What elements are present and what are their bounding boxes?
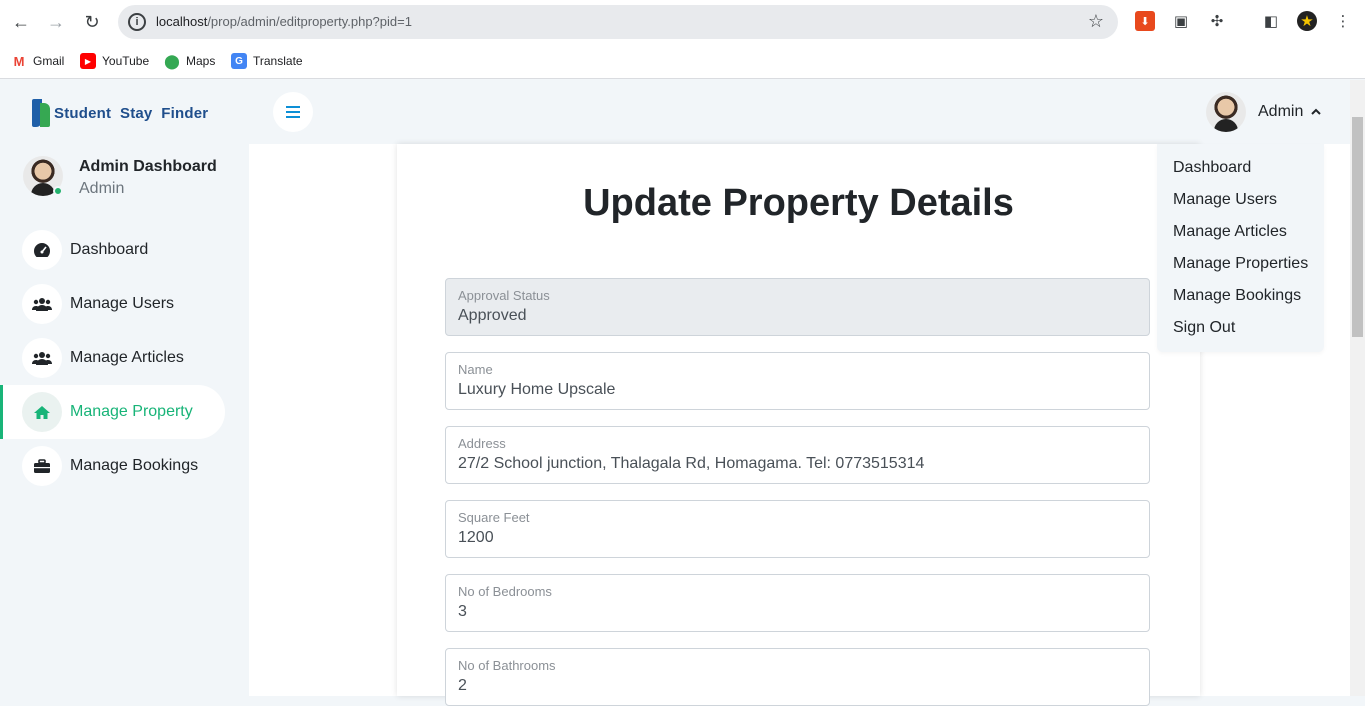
address-field[interactable]: Address 27/2 School junction, Thalagala … [445,426,1150,484]
briefcase-icon [22,446,62,486]
browser-toolbar: ← → ↻ i localhost/prop/admin/editpropert… [0,0,1365,44]
dropdown-item-manage-articles[interactable]: Manage Articles [1173,223,1287,241]
sidebar-item-manage-users[interactable]: Manage Users [0,277,249,331]
page-title: Update Property Details [583,182,1014,224]
bedrooms-field[interactable]: No of Bedrooms 3 [445,574,1150,632]
bookmark-star-icon[interactable]: ☆ [1088,11,1104,32]
bookmark-youtube[interactable]: ▶ YouTube [80,52,149,70]
sidebar-profile: Admin Dashboard Admin [23,156,243,200]
sidebar: Student Stay Finder Admin Dashboard Admi… [0,80,249,696]
youtube-icon: ▶ [80,53,96,69]
reload-icon[interactable]: ↻ [81,11,103,33]
property-form-card: Update Property Details Approval Status … [397,144,1200,706]
sidebar-item-manage-property[interactable]: Manage Property [0,385,225,439]
dropdown-item-manage-properties[interactable]: Manage Properties [1173,255,1308,273]
user-dropdown-menu: Dashboard Manage Users Manage Articles M… [1157,144,1324,352]
home-icon [22,392,62,432]
sidebar-toggle-button[interactable] [273,92,313,132]
forward-icon[interactable]: → [45,11,67,33]
users-icon [22,338,62,378]
square-feet-field[interactable]: Square Feet 1200 [445,500,1150,558]
online-status-dot [53,186,63,196]
brand-logo[interactable]: Student Stay Finder [32,96,208,130]
sidebar-item-manage-bookings[interactable]: Manage Bookings [0,439,249,493]
maps-icon: ⬤ [164,52,180,69]
dropdown-item-sign-out[interactable]: Sign Out [1173,319,1235,337]
user-name: Admin [1258,103,1304,120]
hamburger-icon [286,106,300,118]
address-bar[interactable]: i localhost/prop/admin/editproperty.php?… [118,5,1118,39]
bookmarks-bar: M Gmail ▶ YouTube ⬤ Maps G Translate [0,44,1365,79]
dashboard-icon [22,230,62,270]
translate-icon: G [231,53,247,69]
download-extension-icon[interactable]: ⬇ [1135,11,1155,31]
brand-name: Student Stay Finder [54,104,209,122]
bookmark-maps[interactable]: ⬤ Maps [164,52,215,70]
sidebar-item-dashboard[interactable]: Dashboard [0,223,249,277]
chevron-up-icon [1311,107,1322,118]
logo-mark-icon [32,97,52,129]
bookmark-translate[interactable]: G Translate [231,52,303,70]
scrollbar-thumb[interactable] [1352,117,1363,337]
sidebar-menu: Dashboard Manage Users Manage Articles M… [0,223,249,493]
side-panel-icon[interactable]: ◧ [1261,11,1281,31]
profile-icon[interactable]: ★ [1297,11,1317,31]
profile-role: Admin [79,180,125,197]
approval-status-field: Approval Status Approved [445,278,1150,336]
user-menu-toggle[interactable]: Admin [1206,92,1322,132]
url-text[interactable]: localhost/prop/admin/editproperty.php?pi… [156,14,412,29]
profile-title: Admin Dashboard [79,158,217,175]
dropdown-item-manage-users[interactable]: Manage Users [1173,191,1277,209]
bookmark-gmail[interactable]: M Gmail [11,52,65,70]
dropdown-item-dashboard[interactable]: Dashboard [1173,159,1251,177]
back-icon[interactable]: ← [10,11,32,33]
site-info-icon[interactable]: i [128,13,146,31]
sidebar-item-manage-articles[interactable]: Manage Articles [0,331,249,385]
extensions-puzzle-icon[interactable]: ✣ [1207,11,1227,31]
avatar [1206,92,1246,132]
cast-extension-icon[interactable]: ▣ [1171,11,1191,31]
page-scrollbar[interactable] [1350,80,1365,696]
bathrooms-field[interactable]: No of Bathrooms 2 [445,648,1150,706]
app-root: Student Stay Finder Admin Dashboard Admi… [0,80,1365,706]
users-icon [22,284,62,324]
gmail-icon: M [13,53,25,69]
browser-menu-icon[interactable]: ⋮ [1333,11,1353,31]
dropdown-item-manage-bookings[interactable]: Manage Bookings [1173,287,1301,305]
name-field[interactable]: Name Luxury Home Upscale [445,352,1150,410]
